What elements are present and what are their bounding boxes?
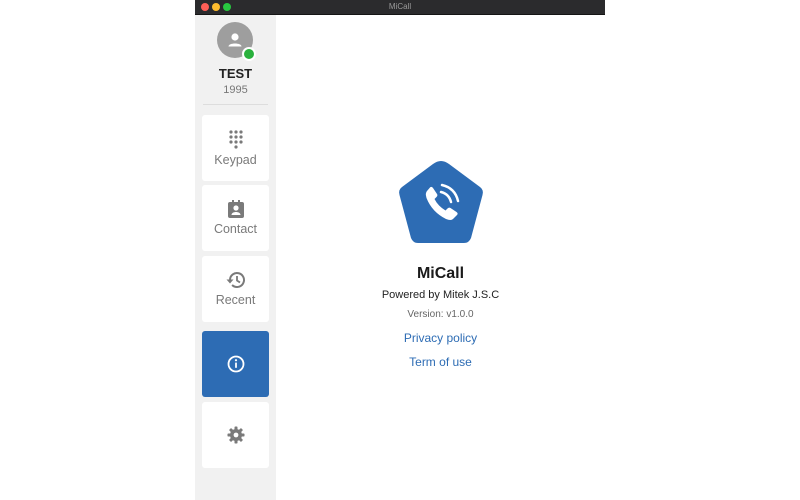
terms-of-use-link[interactable]: Term of use — [276, 355, 605, 369]
about-panel: MiCall Powered by Mitek J.S.C Version: v… — [276, 15, 605, 500]
contact-book-icon — [227, 200, 244, 218]
sidebar-item-label: Keypad — [214, 153, 257, 167]
gear-icon — [227, 426, 244, 444]
app-window: MiCall TEST 1995 Keypad Contact Recent M… — [195, 0, 605, 500]
sidebar-item-recent[interactable]: Recent — [202, 256, 269, 322]
micall-logo — [399, 161, 483, 243]
sidebar-item-settings[interactable] — [202, 402, 269, 468]
dialpad-icon — [228, 130, 243, 149]
sidebar-item-info[interactable] — [202, 331, 269, 397]
sidebar-item-label: Recent — [215, 293, 256, 307]
title-bar: MiCall — [195, 0, 605, 15]
user-name: TEST — [218, 66, 253, 81]
history-icon — [226, 272, 245, 288]
version-text: Version: v1.0.0 — [407, 309, 474, 320]
powered-by-text: Powered by Mitek J.S.C — [381, 289, 500, 301]
sidebar: TEST 1995 Keypad Contact Recent — [195, 15, 276, 500]
info-icon — [227, 355, 244, 373]
sidebar-item-contact[interactable]: Contact — [202, 185, 269, 251]
sidebar-item-keypad[interactable]: Keypad — [202, 115, 269, 181]
sidebar-item-label: Contact — [213, 222, 258, 236]
user-icon — [228, 33, 242, 47]
online-status-indicator — [242, 47, 256, 61]
window-title: MiCall — [388, 2, 412, 11]
privacy-policy-link[interactable]: Privacy policy — [276, 331, 605, 345]
user-extension: 1995 — [223, 84, 248, 96]
sidebar-divider — [203, 104, 268, 105]
app-name: MiCall — [416, 265, 465, 282]
